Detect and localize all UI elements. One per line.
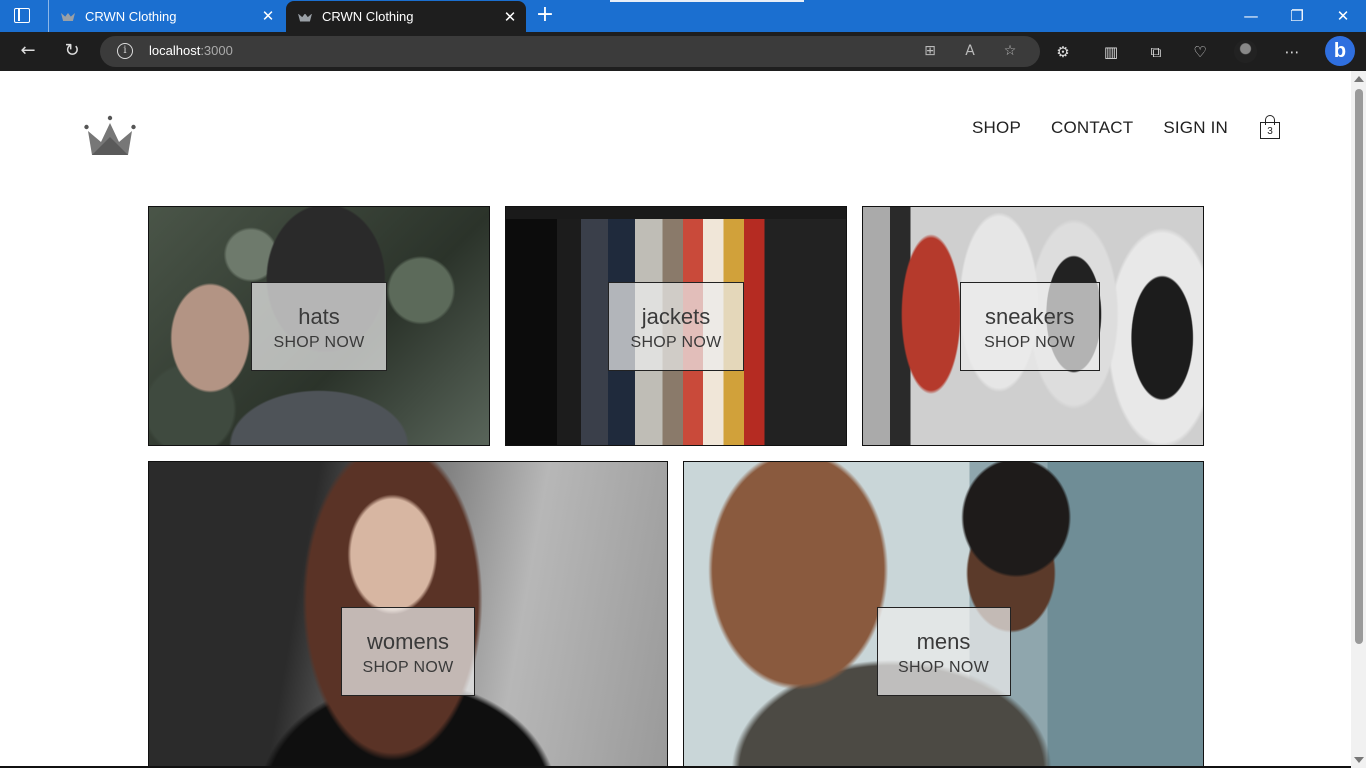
scroll-up-arrow-icon[interactable] [1354, 76, 1364, 82]
scroll-thumb[interactable] [1355, 89, 1363, 644]
restore-icon[interactable]: ❐ [1274, 0, 1320, 32]
category-label: jackets SHOP NOW [608, 282, 744, 371]
close-tab-icon[interactable]: ✕ [498, 8, 522, 26]
refresh-icon[interactable]: ↻ [58, 38, 86, 64]
tab-title: CRWN Clothing [85, 8, 177, 24]
url-port: :3000 [200, 43, 233, 58]
profile-avatar[interactable] [1234, 40, 1257, 63]
category-label: hats SHOP NOW [251, 282, 387, 371]
shop-now-text: SHOP NOW [362, 658, 454, 676]
cart-icon[interactable]: 3 [1260, 114, 1280, 140]
extensions-icon[interactable]: ⚙ [1051, 40, 1075, 64]
new-tab-icon[interactable]: + [534, 2, 556, 28]
category-title: sneakers [984, 303, 1075, 329]
nav-shop-link[interactable]: SHOP [972, 118, 1021, 138]
main-nav: SHOP CONTACT SIGN IN 3 [942, 115, 1280, 141]
category-label: sneakers SHOP NOW [959, 282, 1100, 371]
browser-tab-active[interactable]: CRWN Clothing ✕ [286, 1, 526, 32]
nav-sign-in-link[interactable]: SIGN IN [1163, 118, 1228, 138]
category-card-sneakers[interactable]: sneakers SHOP NOW [862, 206, 1204, 446]
address-bar[interactable]: i localhost:3000 ⊞ A ☆ [100, 36, 1040, 67]
nav-contact-link[interactable]: CONTACT [1051, 118, 1133, 138]
drag-indicator [610, 0, 804, 2]
close-tab-icon[interactable]: ✕ [256, 7, 280, 25]
browser-tab[interactable]: CRWN Clothing ✕ [48, 0, 284, 32]
back-arrow-icon[interactable]: ← [14, 38, 42, 64]
address-toolbar: ← ↻ i localhost:3000 ⊞ A ☆ ⚙ ▥ ⧉ ♡ ⋯ b [0, 32, 1366, 71]
category-card-hats[interactable]: hats SHOP NOW [148, 206, 490, 446]
category-card-jackets[interactable]: jackets SHOP NOW [505, 206, 847, 446]
category-card-mens[interactable]: mens SHOP NOW [683, 461, 1204, 768]
category-title: jackets [641, 303, 711, 329]
shop-now-text: SHOP NOW [984, 333, 1076, 351]
minimize-icon[interactable]: — [1228, 0, 1274, 32]
scroll-down-arrow-icon[interactable] [1354, 757, 1364, 763]
url-text: localhost:3000 [149, 43, 233, 58]
category-card-womens[interactable]: womens SHOP NOW [148, 461, 668, 768]
cart-count: 3 [1267, 126, 1273, 137]
favorite-star-icon[interactable]: ☆ [999, 40, 1021, 62]
page-viewport: SHOP CONTACT SIGN IN 3 hats SHOP NOW jac… [0, 71, 1351, 768]
shop-now-text: SHOP NOW [273, 333, 365, 351]
browser-tab-bar: CRWN Clothing ✕ CRWN Clothing ✕ + — ❐ ✕ [0, 0, 1366, 32]
tab-title: CRWN Clothing [322, 9, 414, 24]
site-info-icon[interactable]: i [117, 43, 133, 59]
url-host: localhost [149, 43, 201, 58]
split-screen-icon[interactable]: ▥ [1099, 40, 1123, 64]
category-title: womens [367, 628, 449, 654]
crown-favicon-icon [61, 11, 75, 21]
category-title: hats [298, 303, 340, 329]
close-window-icon[interactable]: ✕ [1320, 0, 1366, 32]
crown-favicon-icon [298, 12, 312, 22]
page-scrollbar[interactable] [1351, 71, 1366, 768]
more-options-icon[interactable]: ⋯ [1280, 40, 1304, 64]
browser-essentials-icon[interactable]: ♡ [1188, 40, 1212, 64]
tab-actions-icon[interactable] [14, 8, 30, 23]
category-label: mens SHOP NOW [876, 607, 1011, 696]
category-label: womens SHOP NOW [341, 607, 475, 696]
crown-logo-icon[interactable] [84, 115, 136, 157]
shop-now-text: SHOP NOW [897, 658, 989, 676]
bing-copilot-icon[interactable]: b [1325, 36, 1355, 66]
shop-now-text: SHOP NOW [630, 333, 722, 351]
collections-icon[interactable]: ⧉ [1144, 40, 1168, 64]
category-title: mens [916, 628, 971, 654]
app-available-icon[interactable]: ⊞ [919, 40, 941, 62]
read-aloud-icon[interactable]: A [959, 40, 981, 62]
